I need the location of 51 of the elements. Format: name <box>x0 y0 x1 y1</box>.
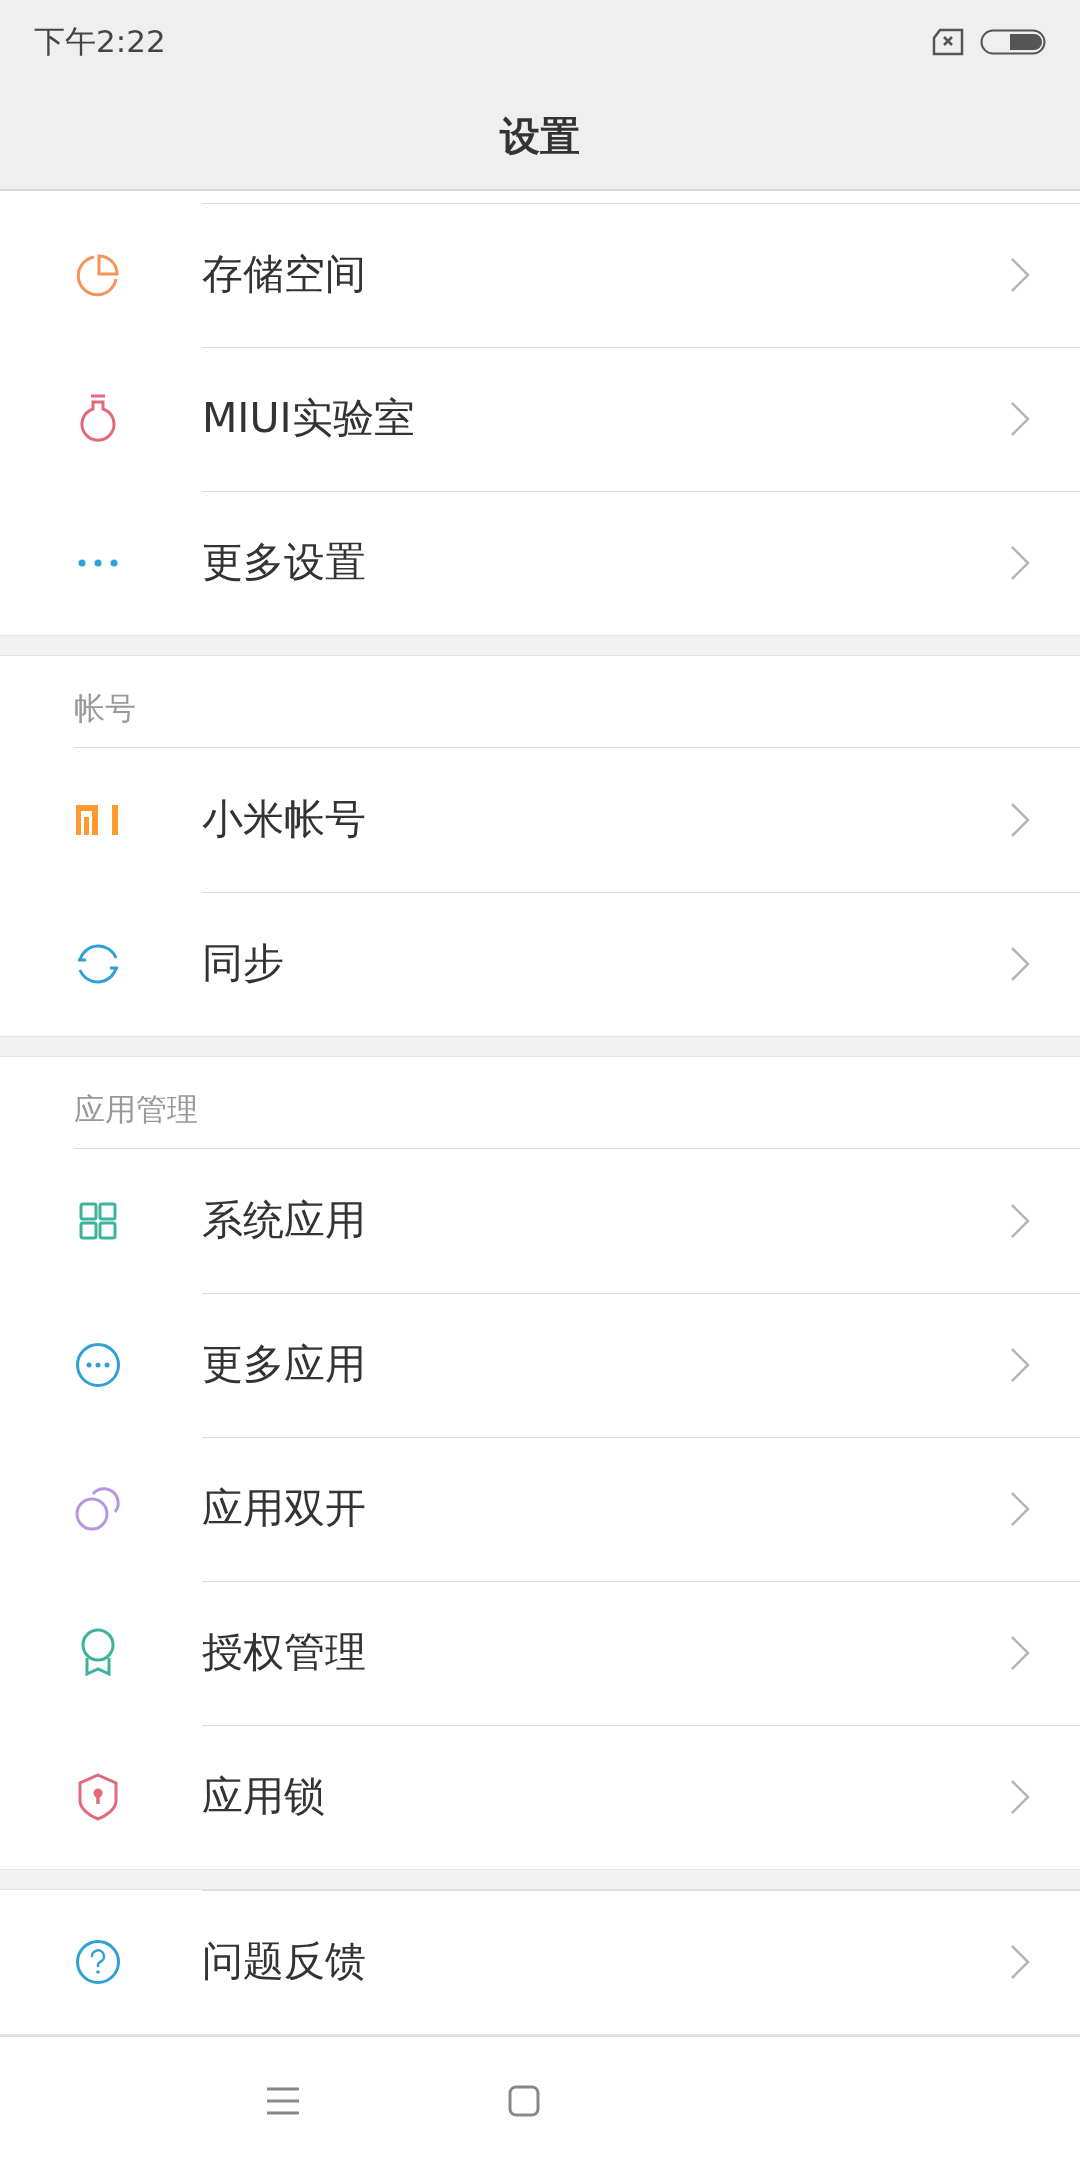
chevron-right-icon <box>1010 1347 1030 1383</box>
chevron-right-icon <box>1010 401 1030 437</box>
more-icon <box>78 559 118 567</box>
chevron-right-icon <box>1010 1944 1030 1980</box>
settings-item[interactable]: 存储空间 <box>0 203 1080 347</box>
mi-logo-icon <box>76 805 120 835</box>
item-label: 更多设置 <box>202 537 367 589</box>
sim-card-icon <box>932 27 964 56</box>
pie-chart-icon <box>76 253 120 297</box>
chevron-right-icon <box>1010 545 1030 581</box>
sync-icon <box>76 942 120 986</box>
chevron-right-icon <box>1010 1203 1030 1239</box>
settings-item[interactable]: 应用双开 <box>0 1437 1080 1581</box>
settings-item[interactable]: 应用锁 <box>0 1725 1080 1869</box>
item-label: 存储空间 <box>202 249 367 301</box>
status-time: 下午2:22 <box>34 22 166 62</box>
menu-icon <box>266 2086 300 2116</box>
item-label: 系统应用 <box>202 1195 367 1247</box>
settings-item[interactable]: 小米帐号 <box>0 748 1080 892</box>
help-icon <box>75 1939 121 1985</box>
page-title: 设置 <box>500 112 580 161</box>
settings-item[interactable]: MIUI实验室 <box>0 347 1080 491</box>
item-label: 同步 <box>202 938 285 990</box>
item-label: 授权管理 <box>202 1627 367 1679</box>
home-icon <box>508 2085 540 2117</box>
battery-icon <box>980 28 1046 55</box>
section-header: 帐号 <box>74 688 136 728</box>
item-label: 应用双开 <box>202 1483 367 1535</box>
chevron-right-icon <box>1010 257 1030 293</box>
chevron-right-icon <box>1010 802 1030 838</box>
item-label: 应用锁 <box>202 1771 326 1823</box>
settings-item[interactable]: 系统应用 <box>0 1149 1080 1293</box>
item-label: 更多应用 <box>202 1339 367 1391</box>
settings-item[interactable]: 更多应用 <box>0 1293 1080 1437</box>
settings-item[interactable]: 问题反馈 <box>0 1890 1080 2034</box>
settings-item[interactable]: 更多设置 <box>0 491 1080 635</box>
settings-item[interactable]: 授权管理 <box>0 1581 1080 1725</box>
chevron-right-icon <box>1010 946 1030 982</box>
section-header: 应用管理 <box>74 1089 198 1129</box>
more-circle-icon <box>75 1342 121 1388</box>
overlapping-circles-icon <box>75 1486 121 1532</box>
award-icon <box>80 1628 116 1678</box>
chevron-right-icon <box>1010 1635 1030 1671</box>
item-label: MIUI实验室 <box>202 393 416 445</box>
item-label: 小米帐号 <box>202 794 367 846</box>
item-label: 问题反馈 <box>202 1936 367 1988</box>
chevron-right-icon <box>1010 1491 1030 1527</box>
settings-item[interactable]: 同步 <box>0 892 1080 1036</box>
chevron-right-icon <box>1010 1779 1030 1815</box>
shield-lock-icon <box>78 1773 118 1821</box>
grid-icon <box>79 1202 117 1240</box>
